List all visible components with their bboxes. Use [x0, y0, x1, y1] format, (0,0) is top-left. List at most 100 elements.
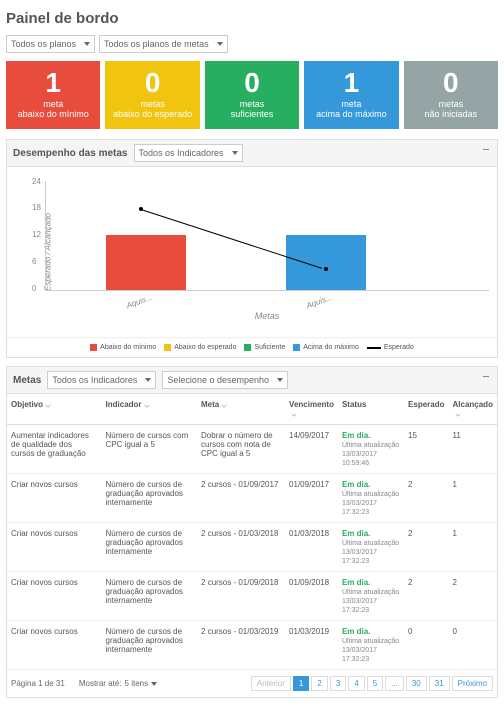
- summary-card[interactable]: 0metassuficientes: [205, 61, 299, 129]
- plans-select[interactable]: Todos os planos: [6, 35, 95, 53]
- cell-esperado: 15: [404, 425, 448, 474]
- card-value: 1: [10, 69, 96, 97]
- collapse-icon[interactable]: [483, 373, 491, 381]
- card-line1: metas: [408, 99, 494, 109]
- sort-icon: [144, 402, 149, 407]
- plans-select-value: Todos os planos: [11, 39, 76, 49]
- table-row[interactable]: Aumentar indicadores de qualidade dos cu…: [7, 425, 497, 474]
- card-line2: acima do máximo: [308, 109, 394, 119]
- performance-indicator-value: Todos os Indicadores: [139, 148, 224, 158]
- metas-table: Objetivo Indicador Meta Vencimento Statu…: [7, 394, 497, 670]
- pager-page[interactable]: 5: [367, 676, 383, 691]
- pager-page: ...: [385, 676, 404, 691]
- pager-page[interactable]: 31: [429, 676, 450, 691]
- bar-below-min: [106, 235, 186, 290]
- bar-above-max: [286, 235, 366, 290]
- cell-meta: Dobrar o número de cursos com nota de CP…: [197, 425, 285, 474]
- performance-panel: Desempenho das metas Todos os Indicadore…: [6, 139, 498, 358]
- table-footer: Página 1 de 31 Mostrar até: 5 itens Ante…: [7, 670, 497, 697]
- col-alcancado[interactable]: Alcançado: [449, 394, 498, 425]
- cell-indicador: Número de cursos de graduação aprovados …: [102, 474, 197, 523]
- metas-indicator-select[interactable]: Todos os Indicadores: [47, 371, 156, 389]
- legend-below-min: Abaixo do mínimo: [90, 344, 156, 351]
- collapse-icon[interactable]: [483, 146, 491, 154]
- pager-next[interactable]: Próximo: [452, 676, 493, 691]
- card-value: 0: [209, 69, 295, 97]
- page-size-label: Mostrar até:: [79, 679, 122, 688]
- pager-page[interactable]: 4: [348, 676, 364, 691]
- card-value: 0: [109, 69, 195, 97]
- cell-status: Em dia.Última atualização 13/03/2017 17:…: [338, 474, 404, 523]
- cell-objetivo: Criar novos cursos: [7, 523, 102, 572]
- cell-status: Em dia.Última atualização 13/03/2017 17:…: [338, 621, 404, 670]
- sort-icon: [455, 411, 460, 416]
- cell-indicador: Número de cursos com CPC igual a 5: [102, 425, 197, 474]
- pager-page[interactable]: 1: [293, 676, 309, 691]
- page-title: Painel de bordo: [6, 10, 498, 27]
- card-line2: abaixo do esperado: [109, 109, 195, 119]
- top-filter-row: Todos os planos Todos os planos de metas: [6, 35, 498, 53]
- performance-indicator-select[interactable]: Todos os Indicadores: [134, 144, 243, 162]
- pager-page[interactable]: 2: [311, 676, 327, 691]
- goal-plans-select[interactable]: Todos os planos de metas: [99, 35, 228, 53]
- summary-card[interactable]: 1metaacima do máximo: [304, 61, 398, 129]
- card-line2: suficientes: [209, 109, 295, 119]
- metas-performance-value: Selecione o desempenho: [167, 375, 269, 385]
- cell-meta: 2 cursos - 01/03/2019: [197, 621, 285, 670]
- performance-panel-header: Desempenho das metas Todos os Indicadore…: [7, 140, 497, 167]
- metas-panel: Metas Todos os Indicadores Selecione o d…: [6, 366, 498, 698]
- card-value: 0: [408, 69, 494, 97]
- col-vencimento[interactable]: Vencimento: [285, 394, 338, 425]
- col-indicador[interactable]: Indicador: [102, 394, 197, 425]
- pager: Anterior12345...3031Próximo: [251, 676, 493, 691]
- performance-panel-title: Desempenho das metas: [13, 148, 128, 159]
- cell-objetivo: Aumentar indicadores de qualidade dos cu…: [7, 425, 102, 474]
- metas-panel-header: Metas Todos os Indicadores Selecione o d…: [7, 367, 497, 394]
- cell-alcancado: 2: [449, 572, 498, 621]
- cell-esperado: 0: [404, 621, 448, 670]
- chevron-down-icon: [151, 682, 157, 686]
- table-row[interactable]: Criar novos cursosNúmero de cursos de gr…: [7, 572, 497, 621]
- sort-icon: [45, 402, 50, 407]
- summary-cards: 1metaabaixo do mínimo0metasabaixo do esp…: [6, 61, 498, 129]
- page-info: Página 1 de 31: [11, 679, 65, 688]
- table-row[interactable]: Criar novos cursosNúmero de cursos de gr…: [7, 523, 497, 572]
- cell-vencimento: 01/09/2017: [285, 474, 338, 523]
- col-status[interactable]: Status: [338, 394, 404, 425]
- summary-card[interactable]: 0 metasnão iniciadas: [404, 61, 498, 129]
- legend-above-max: Acima do máximo: [293, 344, 359, 351]
- cell-status: Em dia.Última atualização 13/03/2017 10:…: [338, 425, 404, 474]
- cell-meta: 2 cursos - 01/03/2018: [197, 523, 285, 572]
- table-row[interactable]: Criar novos cursosNúmero de cursos de gr…: [7, 474, 497, 523]
- expected-point-2: [324, 267, 328, 271]
- legend-below-exp: Abaixo do esperado: [164, 344, 236, 351]
- pager-page[interactable]: 3: [330, 676, 346, 691]
- sort-icon: [222, 402, 227, 407]
- cell-status: Em dia.Última atualização 13/03/2017 17:…: [338, 523, 404, 572]
- col-objetivo[interactable]: Objetivo: [7, 394, 102, 425]
- cell-esperado: 2: [404, 523, 448, 572]
- legend-expected: Esperado: [367, 344, 414, 351]
- page-size-select[interactable]: Mostrar até: 5 itens: [79, 679, 157, 688]
- summary-card[interactable]: 0metasabaixo do esperado: [105, 61, 199, 129]
- pager-prev[interactable]: Anterior: [251, 676, 291, 691]
- table-header-row: Objetivo Indicador Meta Vencimento Statu…: [7, 394, 497, 425]
- summary-card[interactable]: 1metaabaixo do mínimo: [6, 61, 100, 129]
- cell-meta: 2 cursos - 01/09/2017: [197, 474, 285, 523]
- card-line2: não iniciadas: [408, 109, 494, 119]
- pager-page[interactable]: 30: [406, 676, 427, 691]
- col-esperado[interactable]: Esperado: [404, 394, 448, 425]
- sort-icon: [292, 411, 297, 416]
- col-meta[interactable]: Meta: [197, 394, 285, 425]
- cell-alcancado: 11: [449, 425, 498, 474]
- expected-point-1: [139, 207, 143, 211]
- cell-alcancado: 1: [449, 474, 498, 523]
- chart-area: Esperado / Alcançado 24 18 12 6 0 Aquis.…: [7, 167, 497, 337]
- x-axis-label: Metas: [45, 311, 489, 321]
- cell-esperado: 2: [404, 572, 448, 621]
- table-row[interactable]: Criar novos cursosNúmero de cursos de gr…: [7, 621, 497, 670]
- cell-meta: 2 cursos - 01/09/2018: [197, 572, 285, 621]
- card-line1: meta: [308, 99, 394, 109]
- x-category-1: Aquis...: [125, 293, 153, 311]
- metas-performance-select[interactable]: Selecione o desempenho: [162, 371, 288, 389]
